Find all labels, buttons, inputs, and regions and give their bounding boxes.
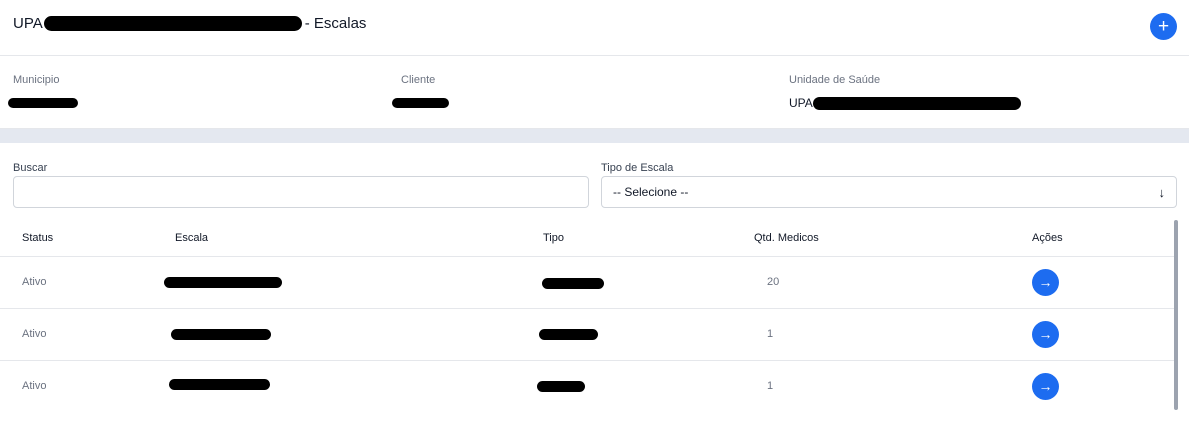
- escala-redaction: [171, 328, 271, 340]
- search-input[interactable]: [13, 176, 589, 208]
- escala-cell: [164, 256, 282, 308]
- table-row: Ativo 1 →: [0, 360, 1174, 412]
- municipio-field: Municipio: [8, 74, 78, 110]
- actions-cell: →: [1032, 256, 1059, 308]
- escala-redaction: [169, 378, 270, 390]
- title-suffix: - Escalas: [304, 15, 367, 32]
- arrow-down-icon: ↓: [1158, 184, 1166, 200]
- arrow-right-icon: →: [1038, 326, 1053, 342]
- column-header-qtd-medicos: Qtd. Medicos: [754, 232, 819, 244]
- table-row: Ativo 20 →: [0, 256, 1174, 308]
- section-divider: [0, 129, 1189, 143]
- table-row: Ativo 1 →: [0, 308, 1174, 360]
- unidade-prefix: UPA: [789, 96, 813, 110]
- open-escala-button[interactable]: →: [1032, 268, 1059, 296]
- unidade-redaction: [812, 96, 1021, 110]
- qtd-medicos-cell: 1: [767, 380, 774, 392]
- add-escala-button[interactable]: +: [1150, 13, 1177, 40]
- tipo-cell: [539, 308, 598, 360]
- unidade-field: Unidade de Saúde UPA: [789, 74, 1021, 110]
- escala-cell: [171, 308, 271, 360]
- status-cell: Ativo: [22, 380, 47, 392]
- page-header: UPA - Escalas +: [0, 0, 1189, 56]
- cliente-value: [392, 96, 449, 110]
- open-escala-button[interactable]: →: [1032, 320, 1059, 348]
- actions-cell: →: [1032, 360, 1059, 412]
- column-header-acoes: Ações: [1032, 232, 1063, 244]
- actions-cell: →: [1032, 308, 1059, 360]
- unidade-label: Unidade de Saúde: [789, 74, 881, 86]
- table-scrollbar[interactable]: [1174, 220, 1178, 410]
- column-header-status: Status: [22, 232, 54, 244]
- cliente-redaction: [392, 98, 449, 108]
- tipo-escala-value: -- Selecione --: [613, 185, 689, 199]
- cliente-label: Cliente: [401, 74, 436, 86]
- tipo-escala-label: Tipo de Escala: [601, 162, 674, 174]
- tipo-redaction: [539, 328, 598, 340]
- cliente-field: Cliente: [392, 74, 449, 110]
- municipio-redaction: [8, 98, 78, 108]
- plus-icon: +: [1157, 16, 1170, 37]
- tipo-redaction: [537, 380, 585, 392]
- municipio-label: Municipio: [13, 74, 60, 86]
- title-prefix: UPA: [13, 15, 43, 32]
- tipo-cell: [542, 256, 604, 308]
- tipo-cell: [537, 360, 585, 412]
- arrow-right-icon: →: [1038, 378, 1053, 394]
- column-header-tipo: Tipo: [543, 232, 564, 244]
- status-cell: Ativo: [22, 276, 47, 288]
- escala-cell: [169, 360, 270, 412]
- column-header-escala: Escala: [175, 232, 209, 244]
- page-title: UPA - Escalas: [13, 15, 366, 32]
- tipo-redaction: [542, 277, 604, 289]
- qtd-medicos-cell: 1: [767, 328, 774, 340]
- arrow-right-icon: →: [1038, 274, 1053, 290]
- buscar-label: Buscar: [13, 162, 48, 174]
- qtd-medicos-cell: 20: [767, 276, 780, 288]
- info-panel: Municipio Cliente Unidade de Saúde UPA: [0, 56, 1189, 129]
- title-redaction: [43, 16, 302, 31]
- tipo-escala-select[interactable]: -- Selecione -- ↓: [601, 176, 1177, 208]
- unidade-value: UPA: [789, 96, 1021, 110]
- municipio-value: [8, 96, 78, 110]
- status-cell: Ativo: [22, 328, 47, 340]
- open-escala-button[interactable]: →: [1032, 372, 1059, 400]
- escala-redaction: [164, 276, 282, 288]
